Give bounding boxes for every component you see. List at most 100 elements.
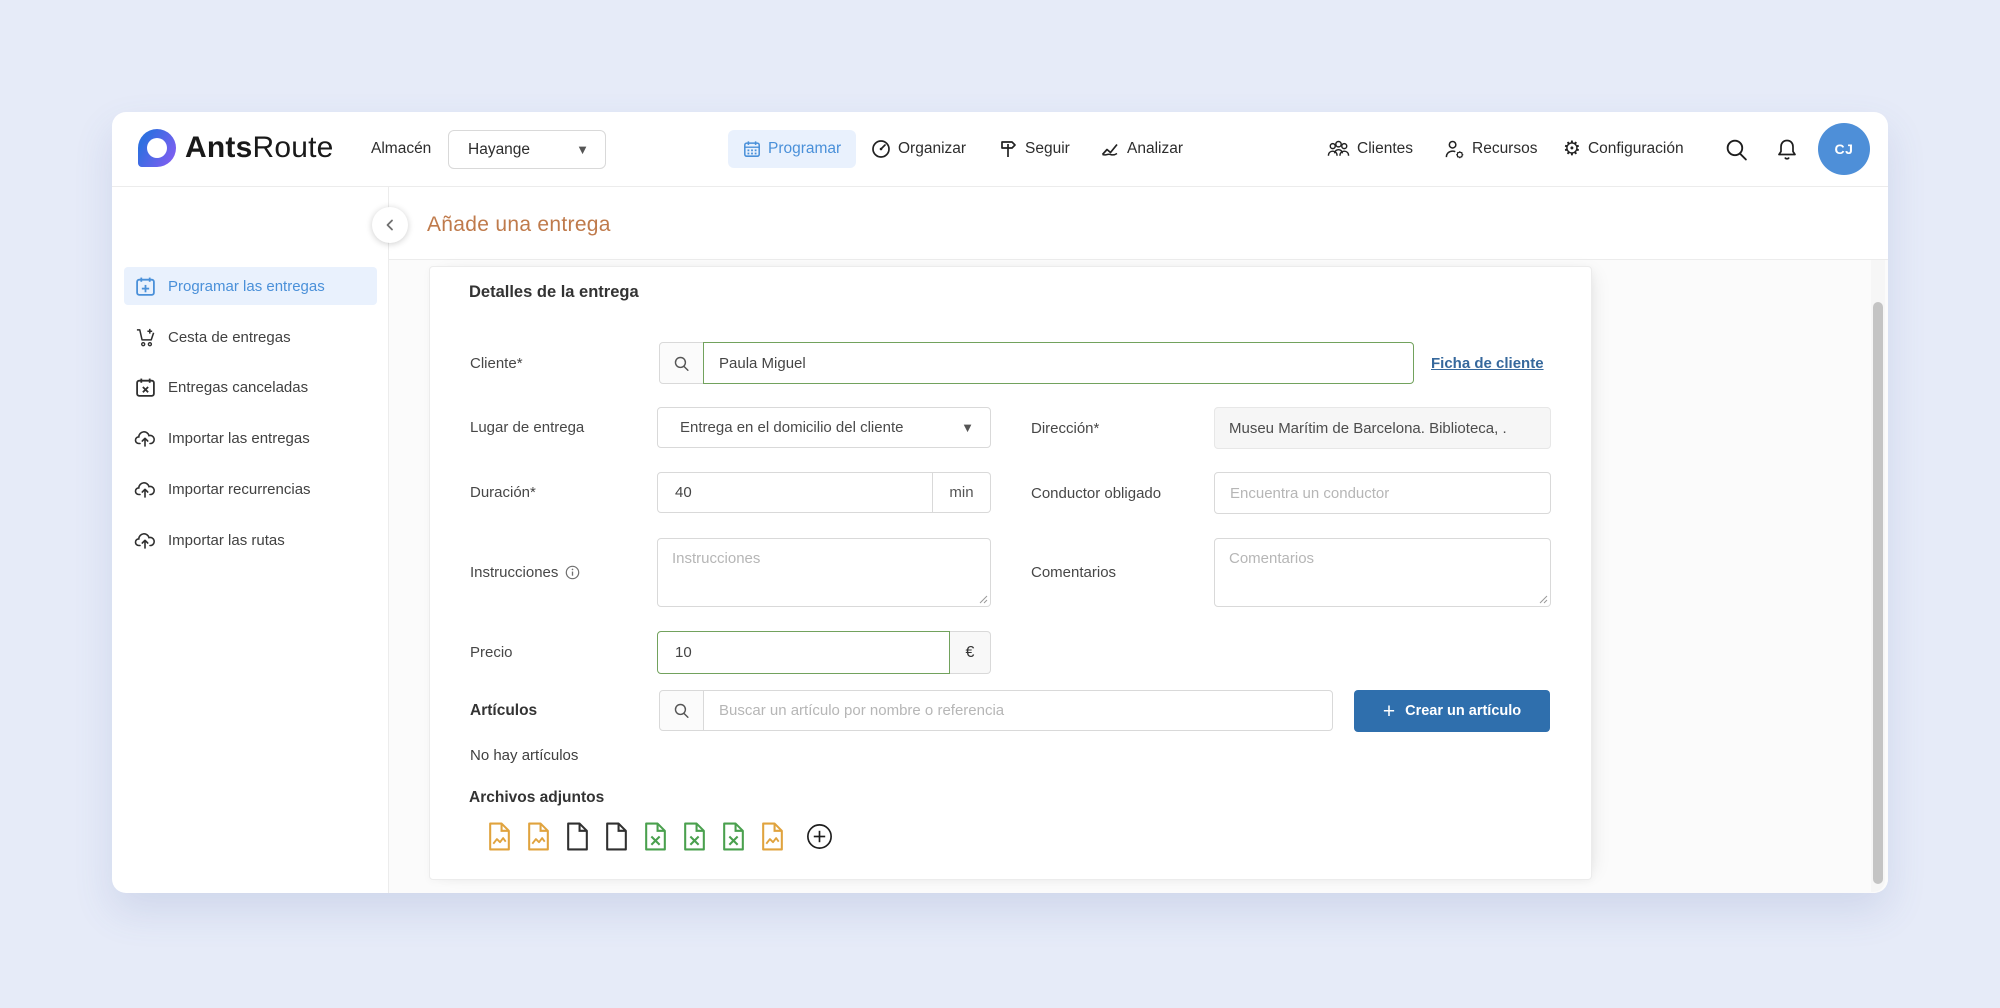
navbar-divider [112, 186, 1888, 187]
sidebar-item-programar-entregas[interactable]: Programar las entregas [124, 267, 377, 305]
nav-recursos[interactable]: Recursos [1444, 112, 1537, 186]
sidebar-item-label: Importar recurrencias [168, 480, 311, 498]
sidebar-item-label: Programar las entregas [168, 277, 325, 295]
person-gear-icon [1445, 140, 1464, 158]
cloud-upload-icon [134, 479, 156, 499]
nav-label: Configuración [1587, 140, 1684, 157]
clients-group-icon [1327, 140, 1350, 156]
document-file-icon[interactable] [566, 822, 589, 851]
tab-label: Programar [768, 140, 842, 157]
excel-file-icon[interactable] [722, 822, 745, 851]
calendar-x-icon [134, 377, 156, 398]
antsroute-logo-icon [138, 129, 176, 167]
sidebar-item-cesta-entregas[interactable]: Cesta de entregas [124, 318, 377, 356]
document-file-icon[interactable] [605, 822, 628, 851]
sidebar-item-importar-entregas[interactable]: Importar las entregas [124, 419, 377, 457]
image-file-icon[interactable] [488, 822, 511, 851]
brand-light: Route [252, 131, 334, 164]
articulos-search-input[interactable] [703, 690, 1333, 731]
app-window: AntsRoute Almacén Hayange ▼ Programar Or… [112, 112, 1888, 893]
cloud-upload-icon [134, 530, 156, 550]
back-button[interactable] [372, 207, 408, 243]
image-file-icon[interactable] [527, 822, 550, 851]
cliente-search-icon [659, 342, 704, 384]
instrucciones-label: Instrucciones [470, 538, 580, 607]
calendar-icon [744, 141, 760, 157]
lugar-label: Lugar de entrega [470, 419, 585, 436]
sidebar-item-label: Importar las rutas [168, 531, 285, 549]
image-file-icon[interactable] [761, 822, 784, 851]
search-icon[interactable] [1724, 112, 1749, 186]
scrollbar-track[interactable] [1871, 260, 1885, 892]
sidebar-item-label: Entregas canceladas [168, 378, 309, 396]
cliente-input[interactable] [703, 342, 1414, 384]
sidebar-item-entregas-canceladas[interactable]: Entregas canceladas [124, 368, 377, 406]
conductor-label: Conductor obligado [1031, 484, 1162, 502]
user-avatar[interactable]: CJ [1818, 123, 1870, 175]
chart-icon [1101, 143, 1118, 156]
gauge-icon [872, 140, 890, 158]
antsroute-logo-text: AntsRoute [185, 131, 334, 165]
articulos-search-icon [659, 690, 704, 731]
instrucciones-textarea[interactable] [657, 538, 991, 607]
adjuntos-title: Archivos adjuntos [469, 789, 605, 806]
top-navbar: AntsRoute Almacén Hayange ▼ Programar Or… [112, 112, 1888, 186]
cart-plus-icon [134, 327, 156, 348]
lugar-dropdown-value: Entrega en el domicilio del cliente [680, 419, 904, 436]
warehouse-label: Almacén [371, 140, 432, 157]
signpost-icon [1001, 141, 1016, 157]
tab-label: Organizar [898, 140, 967, 157]
sidebar-item-importar-recurrencias[interactable]: Importar recurrencias [124, 470, 377, 508]
tab-analizar[interactable]: Analizar [1100, 112, 1183, 186]
plus-icon: + [1382, 699, 1396, 723]
gear-icon: ⚙ [1563, 138, 1581, 160]
content-area: Detalles de la entrega Cliente* Ficha de… [389, 260, 1888, 893]
duracion-unit: min [933, 472, 991, 513]
crear-articulo-button[interactable]: + Crear un artículo [1354, 690, 1550, 732]
ficha-de-cliente-link[interactable]: Ficha de cliente [1431, 342, 1544, 384]
precio-label: Precio [470, 644, 513, 661]
notifications-bell-icon[interactable] [1775, 112, 1799, 186]
precio-input[interactable] [657, 631, 950, 674]
comentarios-field-wrap [1214, 538, 1551, 607]
cliente-label: Cliente* [470, 354, 523, 372]
lugar-dropdown[interactable]: Entrega en el domicilio del cliente ▼ [657, 407, 991, 448]
crear-articulo-label: Crear un artículo [1405, 703, 1522, 719]
page-title: Añade una entrega [427, 213, 611, 236]
conductor-input[interactable] [1214, 472, 1551, 514]
nav-configuracion[interactable]: ⚙ Configuración [1563, 112, 1684, 186]
tab-label: Seguir [1025, 140, 1070, 157]
antsroute-logo[interactable]: AntsRoute [138, 129, 334, 167]
sidebar-item-label: Cesta de entregas [168, 328, 291, 346]
nav-label: Clientes [1357, 140, 1413, 157]
tab-organizar[interactable]: Organizar [871, 112, 966, 186]
sidebar-item-label: Importar las entregas [168, 429, 310, 447]
sidebar-item-importar-rutas[interactable]: Importar las rutas [124, 521, 377, 559]
tab-programar[interactable]: Programar [728, 130, 857, 168]
direccion-label: Dirección* [1031, 419, 1100, 437]
comentarios-textarea[interactable] [1214, 538, 1551, 607]
nav-clientes[interactable]: Clientes [1327, 112, 1413, 186]
duracion-input[interactable] [657, 472, 933, 513]
chevron-down-icon: ▼ [961, 420, 974, 435]
info-icon[interactable] [565, 565, 580, 580]
direccion-field[interactable]: Museu Marítim de Barcelona. Biblioteca, … [1214, 407, 1551, 449]
tab-seguir[interactable]: Seguir [998, 112, 1070, 186]
duracion-label: Duración* [470, 484, 536, 501]
articulos-empty-text: No hay artículos [470, 747, 579, 764]
attachments-row [488, 822, 833, 851]
add-attachment-icon[interactable] [806, 823, 833, 850]
warehouse-select[interactable]: Hayange ▼ [448, 130, 606, 169]
calendar-plus-icon [134, 276, 156, 297]
instrucciones-field-wrap [657, 538, 991, 607]
scrollbar-thumb[interactable] [1873, 302, 1883, 884]
nav-label: Recursos [1472, 140, 1538, 157]
delivery-form-panel: Detalles de la entrega Cliente* Ficha de… [429, 266, 1592, 880]
brand-bold: Ants [185, 131, 253, 164]
tab-label: Analizar [1127, 140, 1183, 157]
excel-file-icon[interactable] [683, 822, 706, 851]
excel-file-icon[interactable] [644, 822, 667, 851]
articulos-label: Artículos [470, 701, 538, 719]
chevron-left-icon [386, 219, 393, 231]
warehouse-select-value: Hayange [468, 140, 531, 158]
